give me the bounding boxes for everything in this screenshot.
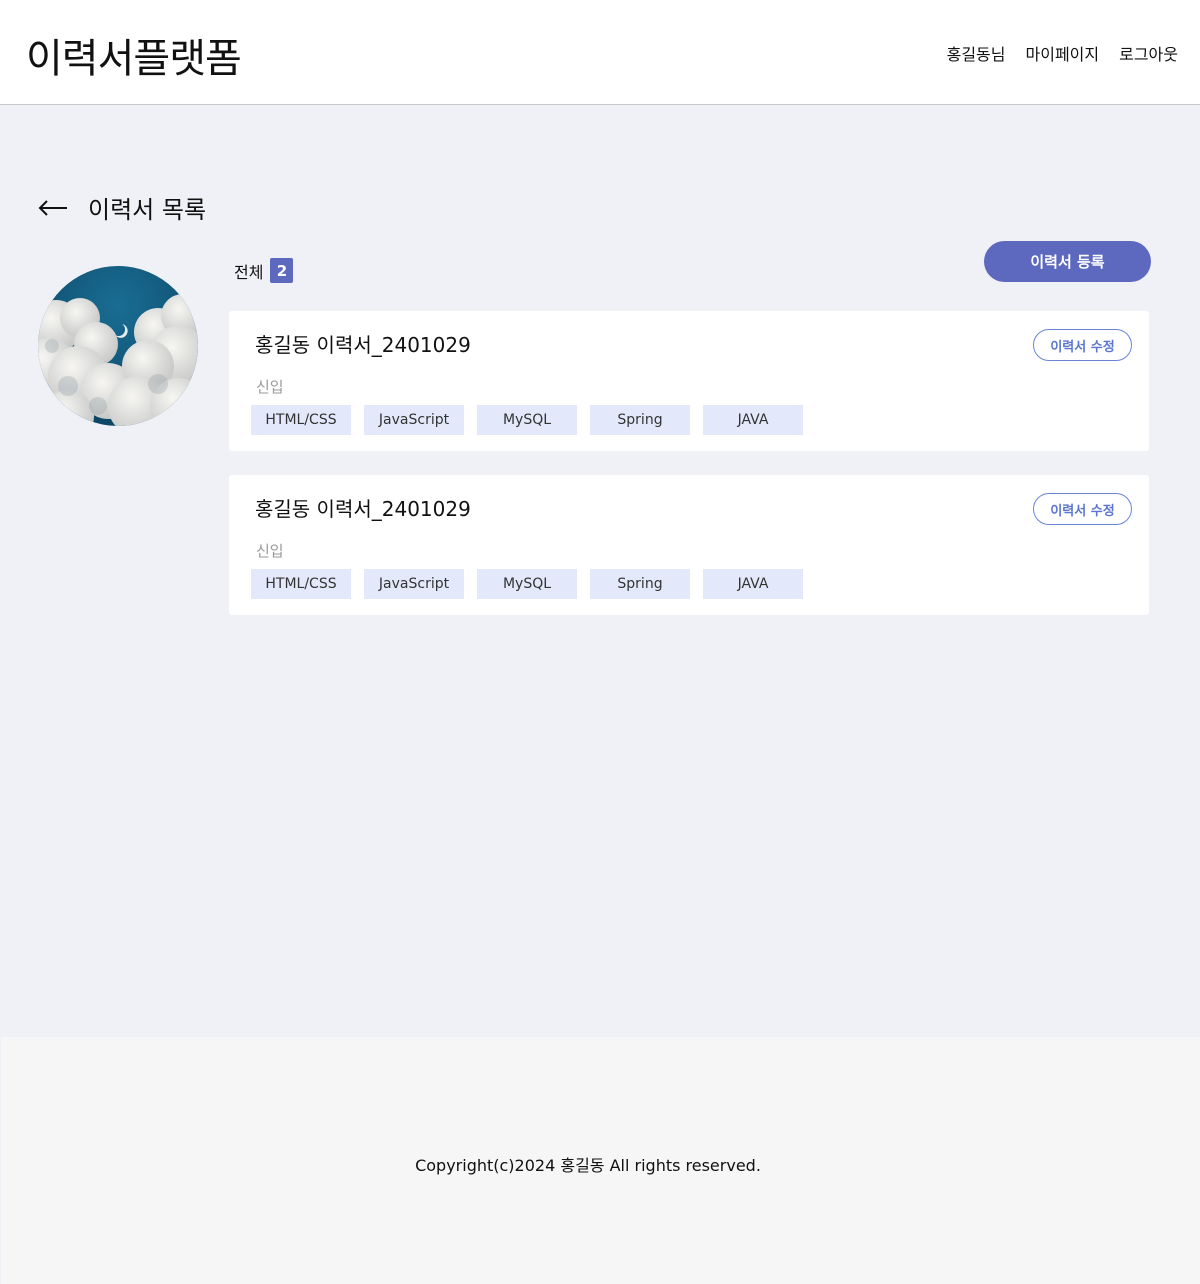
nav-logout-link[interactable]: 로그아웃 [1119,41,1178,65]
skill-tag: JavaScript [364,569,464,599]
page-heading: 이력서 목록 [38,190,206,225]
copyright-text: Copyright(c)2024 홍길동 All rights reserved… [415,1156,761,1175]
resume-title[interactable]: 홍길동 이력서_2401029 [255,329,471,358]
career-level: 신입 [256,542,284,560]
site-footer: Copyright(c)2024 홍길동 All rights reserved… [1,1037,1200,1284]
page-title: 이력서 목록 [88,196,207,224]
skill-tags: HTML/CSS JavaScript MySQL Spring JAVA [251,405,803,435]
skill-tag: Spring [590,405,690,435]
resume-card[interactable]: 홍길동 이력서_2401029 이력서 수정 신입 HTML/CSS JavaS… [229,311,1149,451]
career-level: 신입 [256,378,284,396]
resume-title[interactable]: 홍길동 이력서_2401029 [255,493,471,522]
skill-tag: JavaScript [364,405,464,435]
skill-tag: JAVA [703,569,803,599]
skill-tag: Spring [590,569,690,599]
count-badge: 2 [270,258,294,283]
edit-resume-button[interactable]: 이력서 수정 [1033,493,1132,525]
main-content: 이력서 목록 전체 2 이력서 등록 홍길동 이력서_2401029 이력서 수… [0,105,1200,1037]
site-logo[interactable]: 이력서플랫폼 [26,26,242,84]
edit-resume-button[interactable]: 이력서 수정 [1033,329,1132,361]
skill-tag: JAVA [703,405,803,435]
skill-tag: MySQL [477,405,577,435]
skill-tag: MySQL [477,569,577,599]
top-nav: 홍길동님 마이페이지 로그아웃 [947,41,1178,65]
total-label: 전체 [234,262,264,282]
profile-avatar [38,266,198,426]
skill-tag: HTML/CSS [251,405,351,435]
register-resume-button[interactable]: 이력서 등록 [984,241,1151,282]
nav-username: 홍길동님 [946,45,1006,64]
skill-tag: HTML/CSS [251,569,351,599]
site-header: 이력서플랫폼 홍길동님 마이페이지 로그아웃 [0,0,1200,105]
nav-mypage-link[interactable]: 마이페이지 [1026,41,1100,65]
resume-count: 전체 2 [234,258,294,283]
back-arrow-icon[interactable] [38,198,68,218]
resume-card[interactable]: 홍길동 이력서_2401029 이력서 수정 신입 HTML/CSS JavaS… [229,475,1149,615]
skill-tags: HTML/CSS JavaScript MySQL Spring JAVA [251,569,803,599]
